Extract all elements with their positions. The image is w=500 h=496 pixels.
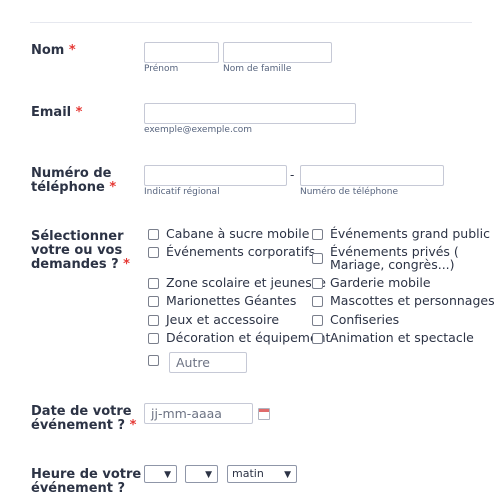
requests-label: Sélectionner votre ou vos demandes ? * (31, 229, 130, 272)
option-label: Marionettes Géantes (166, 293, 297, 308)
option-label: Mascottes et personnages (330, 293, 495, 308)
last-name-input[interactable] (223, 42, 332, 63)
first-name-sublabel: Prénom (144, 64, 179, 74)
event-time-label: Heure de votre événement ? (31, 467, 142, 496)
option-label: Mariage, congrès...) (330, 257, 455, 272)
chevron-down-icon: ▼ (164, 470, 171, 480)
option-label: Jeux et accessoire (166, 312, 280, 327)
phone-number-sublabel: Numéro de téléphone (300, 187, 398, 197)
phone-number-input[interactable] (300, 165, 444, 186)
checkbox-prives[interactable] (312, 253, 323, 264)
email-input[interactable] (144, 103, 356, 124)
option-label: Garderie mobile (330, 275, 431, 290)
ampm-select[interactable]: matin ▼ (227, 465, 297, 483)
calendar-icon[interactable] (258, 408, 270, 420)
top-divider (30, 22, 472, 23)
last-name-sublabel: Nom de famille (223, 64, 292, 74)
event-date-input[interactable]: jj-mm-aaaa (144, 403, 253, 424)
option-label: Cabane à sucre mobile (166, 226, 310, 241)
checkbox-animation[interactable] (312, 333, 323, 344)
option-label: Événements corporatifs (166, 244, 316, 259)
option-label: Décoration et équipement (166, 330, 331, 345)
email-sublabel: exemple@exemple.com (144, 125, 253, 135)
hour-select[interactable]: ▼ (144, 465, 177, 483)
checkbox-autre[interactable] (148, 355, 159, 366)
area-code-sublabel: Indicatif régional (144, 187, 220, 197)
checkbox-garderie[interactable] (312, 278, 323, 289)
option-label: Zone scolaire et jeunesse (166, 275, 326, 290)
option-label: Animation et spectacle (330, 330, 474, 345)
minute-select[interactable]: ▼ (185, 465, 218, 483)
first-name-input[interactable] (144, 42, 219, 63)
area-code-input[interactable] (144, 165, 287, 186)
checkbox-corporatifs[interactable] (148, 247, 159, 258)
chevron-down-icon: ▼ (205, 470, 212, 480)
checkbox-jeux[interactable] (148, 315, 159, 326)
name-label: Nom * (31, 43, 76, 58)
checkbox-mascottes[interactable] (312, 296, 323, 307)
option-label: Confiseries (330, 312, 400, 327)
checkbox-cabane[interactable] (148, 229, 159, 240)
email-label: Email * (31, 105, 83, 120)
checkbox-decoration[interactable] (148, 333, 159, 344)
checkbox-grand-public[interactable] (312, 229, 323, 240)
event-date-label: Date de votre événement ? * (31, 404, 137, 433)
phone-separator: - (290, 168, 295, 182)
phone-label: Numéro de téléphone * (31, 166, 117, 195)
checkbox-confiseries[interactable] (312, 315, 323, 326)
option-label: Événements grand public (330, 226, 490, 241)
checkbox-scolaire[interactable] (148, 278, 159, 289)
other-input[interactable]: Autre (169, 352, 247, 373)
checkbox-marionettes[interactable] (148, 296, 159, 307)
chevron-down-icon: ▼ (284, 470, 291, 480)
